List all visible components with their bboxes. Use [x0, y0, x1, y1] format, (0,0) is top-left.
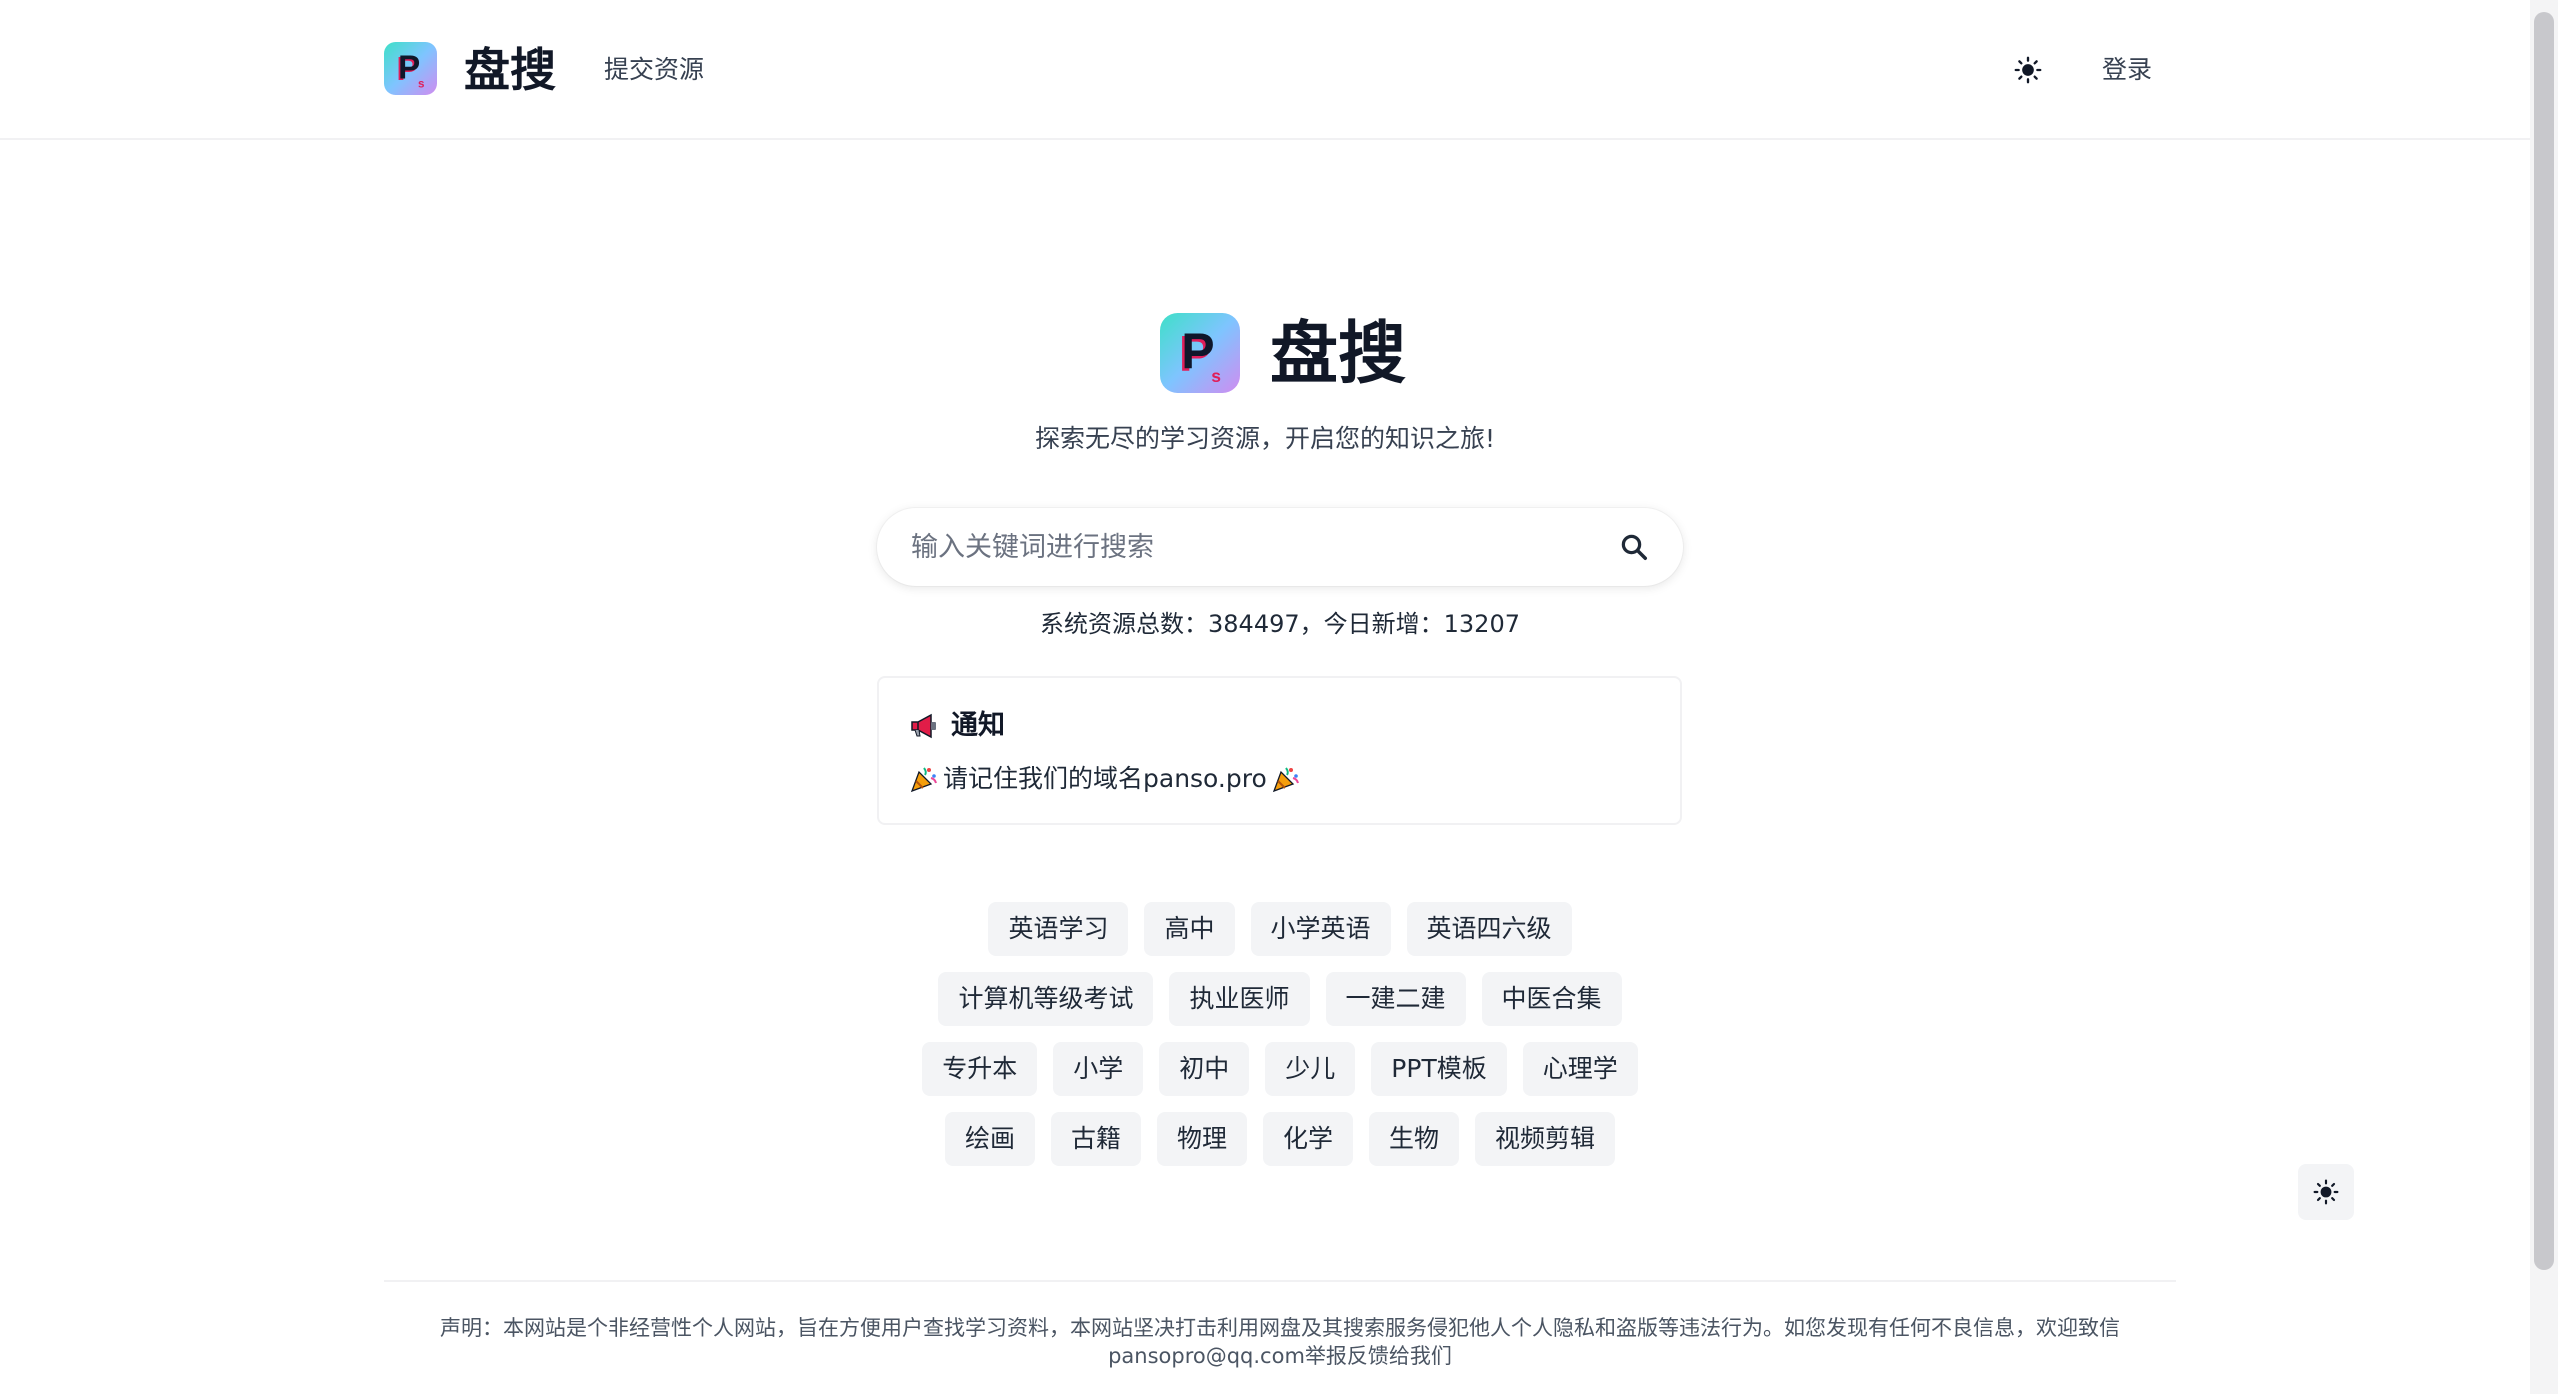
tag-row: 计算机等级考试 执业医师 一建二建 中医合集 [938, 972, 1622, 1026]
tag-chip[interactable]: 化学 [1263, 1112, 1354, 1166]
footer-divider [384, 1280, 2176, 1282]
party-popper-icon [1272, 767, 1299, 793]
header-brand[interactable]: 盘搜 [464, 38, 556, 102]
tag-chip[interactable]: 视频剪辑 [1475, 1112, 1616, 1166]
svg-text:P: P [398, 49, 420, 86]
hot-tags: 英语学习 高中 小学英语 英语四六级 计算机等级考试 执业医师 一建二建 中医合… [0, 902, 2558, 1166]
search-input[interactable] [911, 522, 1571, 572]
theme-toggle-button[interactable] [2010, 52, 2046, 88]
tag-chip[interactable]: 专升本 [922, 1042, 1038, 1096]
disclaimer-contact: pansopro@qq.com举报反馈给我们 [1108, 1344, 1452, 1368]
tag-row: 绘画 古籍 物理 化学 生物 视频剪辑 [944, 1112, 1616, 1166]
tag-chip[interactable]: 高中 [1144, 902, 1235, 956]
tag-chip[interactable]: 中医合集 [1481, 972, 1622, 1026]
top-header: P P s 盘搜 提交资源 登录 [0, 0, 2530, 140]
tag-chip[interactable]: 物理 [1156, 1112, 1247, 1166]
tag-row: 英语学习 高中 小学英语 英语四六级 [988, 902, 1572, 956]
tag-chip[interactable]: 执业医师 [1169, 972, 1310, 1026]
hero-tagline: 探索无尽的学习资源，开启您的知识之旅! [1034, 424, 1496, 453]
floating-theme-toggle[interactable] [2298, 1164, 2354, 1220]
sun-icon [2313, 1179, 2339, 1205]
tag-chip[interactable]: 小学 [1053, 1042, 1144, 1096]
tag-chip[interactable]: 英语学习 [988, 902, 1129, 956]
tag-chip[interactable]: 英语四六级 [1406, 902, 1572, 956]
tag-chip[interactable]: 生物 [1369, 1112, 1460, 1166]
disclaimer-line: 声明：本网站是个非经营性个人网站，旨在方便用户查找学习资料，本网站坚决打击利用网… [440, 1316, 2120, 1340]
tag-chip[interactable]: 古籍 [1050, 1112, 1141, 1166]
notice-body: 请记住我们的域名panso.pro [909, 760, 1301, 798]
tag-row: 专升本 小学 初中 少儿 PPT模板 心理学 [922, 1042, 1638, 1096]
tag-chip[interactable]: 少儿 [1265, 1042, 1356, 1096]
submit-resource-link[interactable]: 提交资源 [604, 52, 704, 88]
footer-disclaimer: 声明：本网站是个非经营性个人网站，旨在方便用户查找学习资料，本网站坚决打击利用网… [384, 1314, 2176, 1370]
login-link[interactable]: 登录 [2102, 52, 2152, 88]
tag-chip[interactable]: 心理学 [1522, 1042, 1638, 1096]
svg-text:s: s [418, 79, 424, 91]
notice-card: 通知 请记住我们的域名panso.pro [877, 676, 1682, 825]
notice-title: 通知 [909, 706, 1005, 746]
panso-logo-icon[interactable]: P P s [384, 42, 437, 95]
sun-icon [2014, 56, 2042, 84]
tag-chip[interactable]: 初中 [1159, 1042, 1250, 1096]
tag-chip[interactable]: 计算机等级考试 [938, 972, 1154, 1026]
hero-brand: 盘搜 [1270, 315, 1407, 394]
panso-logo-icon: P P s [1160, 313, 1240, 393]
party-popper-icon [910, 767, 937, 793]
svg-text:P: P [1181, 323, 1214, 379]
tag-chip[interactable]: PPT模板 [1371, 1042, 1507, 1096]
page: P P s 盘搜 提交资源 登录 P P s 盘搜 探索无尽的学习资源，开启您的… [0, 0, 2558, 1394]
notice-title-text: 通知 [951, 710, 1005, 741]
notice-message: 请记住我们的域名panso.pro [943, 764, 1267, 793]
svg-text:s: s [1211, 366, 1221, 386]
scrollbar-thumb[interactable] [2534, 12, 2554, 1270]
tag-chip[interactable]: 小学英语 [1250, 902, 1391, 956]
search-button[interactable] [1615, 528, 1653, 566]
search-bar [877, 508, 1683, 586]
search-icon [1621, 534, 1647, 560]
tag-chip[interactable]: 绘画 [944, 1112, 1035, 1166]
megaphone-icon [911, 713, 936, 739]
tag-chip[interactable]: 一建二建 [1325, 972, 1466, 1026]
page-scrollbar[interactable] [2530, 0, 2558, 1394]
resource-stats: 系统资源总数：384497，今日新增：13207 [1040, 610, 1520, 638]
